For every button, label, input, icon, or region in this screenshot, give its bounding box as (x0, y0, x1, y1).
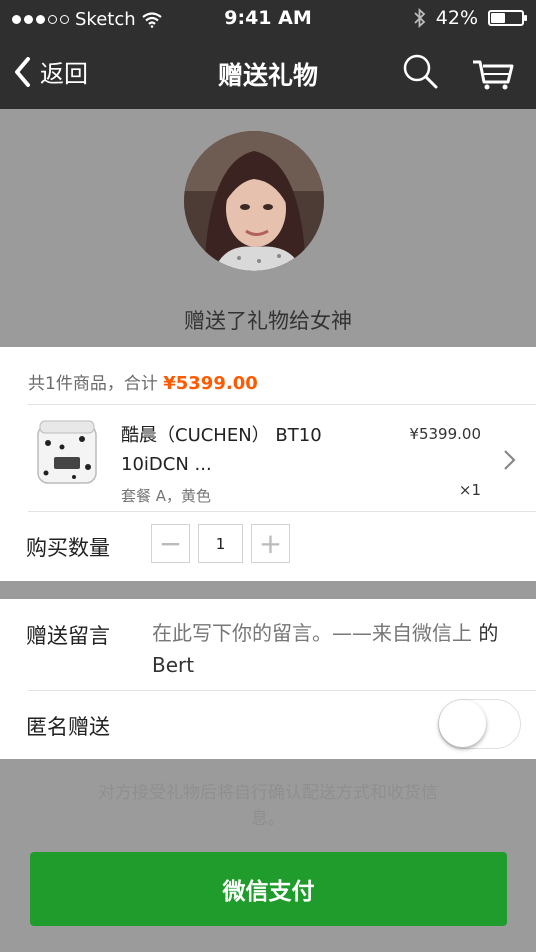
divider (28, 404, 536, 405)
message-label: 赠送留言 (26, 624, 110, 648)
quantity-input[interactable]: 1 (198, 524, 243, 563)
rice-cooker-image[interactable] (32, 417, 102, 491)
status-right: 42% (414, 7, 527, 29)
delivery-hint: 对方接受礼物后将自行确认配送方式和收货信息。 (98, 783, 438, 829)
recipient-text: 赠送了礼物给女神 (184, 309, 352, 333)
search-icon[interactable] (400, 52, 440, 92)
top-bar: Sketch 9:41 AM 42% 返回 赠送礼物 (0, 0, 536, 109)
status-bar: Sketch 9:41 AM 42% (0, 0, 536, 40)
bluetooth-icon (414, 8, 426, 28)
avatar (184, 131, 324, 271)
product-variant: 套餐 A，黄色 (121, 487, 212, 505)
chevron-right-icon[interactable] (503, 449, 517, 471)
divider (28, 511, 536, 512)
message-placeholder: 在此写下你的留言。——来自微信上 (152, 621, 472, 645)
toggle-knob (439, 700, 486, 747)
message-card: 赠送留言 在此写下你的留言。——来自微信上 的 Bert 匿名赠送 (0, 599, 536, 759)
divider (28, 690, 536, 691)
order-card: 共1件商品，合计 ¥5399.00 酷晨（CUCHEN） BT10 10iDCN… (0, 347, 536, 581)
increase-button[interactable]: + (251, 524, 290, 563)
anonymous-label: 匿名赠送 (26, 715, 110, 739)
battery-icon (488, 10, 527, 26)
order-summary: 共1件商品，合计 ¥5399.00 (28, 369, 258, 394)
quantity-stepper: − 1 + (151, 524, 290, 563)
cart-icon[interactable] (470, 52, 516, 92)
product-quantity: ×1 (458, 481, 481, 499)
product-price: ¥5399.00 (409, 425, 481, 443)
page-title: 赠送礼物 (217, 61, 318, 90)
navigation-bar: 返回 赠送礼物 (0, 40, 536, 109)
quantity-label: 购买数量 (26, 536, 110, 560)
anonymous-toggle[interactable] (438, 699, 521, 749)
product-name[interactable]: 酷晨（CUCHEN） BT10 10iDCN ... (121, 421, 361, 479)
battery-percent: 42% (435, 7, 478, 29)
avatar-photo (184, 131, 324, 271)
summary-prefix: 共1件商品，合计 (28, 374, 158, 394)
order-total: ¥5399.00 (163, 373, 258, 394)
decrease-button[interactable]: − (151, 524, 190, 563)
wechat-pay-button[interactable]: 微信支付 (30, 852, 507, 926)
message-input[interactable]: 在此写下你的留言。——来自微信上 的 Bert (152, 617, 512, 681)
